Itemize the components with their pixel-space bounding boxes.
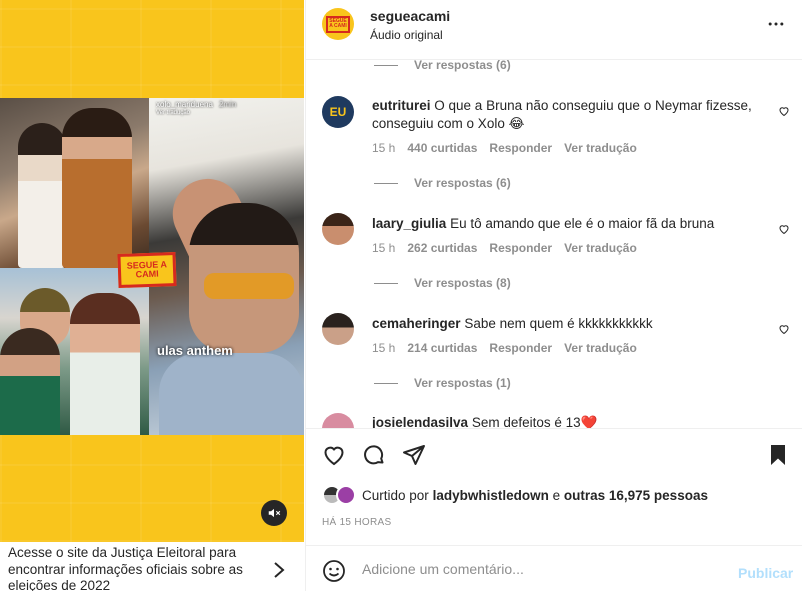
comment-text: eutriturei O que a Bruna não conseguiu q… xyxy=(372,97,764,133)
emoji-icon[interactable] xyxy=(322,559,346,583)
mute-button[interactable] xyxy=(261,500,287,526)
audio-link[interactable]: Áudio original xyxy=(370,28,443,42)
like-heart-icon[interactable] xyxy=(322,443,346,467)
chevron-right-icon[interactable] xyxy=(272,560,286,580)
view-replies-label: Ver respostas (6) xyxy=(414,176,511,190)
comment-bubble-icon[interactable] xyxy=(362,443,386,467)
comment-username[interactable]: laary_giulia xyxy=(372,216,446,231)
translate-button[interactable]: Ver tradução xyxy=(564,141,637,155)
replies-divider xyxy=(374,282,398,284)
liker-username[interactable]: ladybwhistledown xyxy=(433,488,549,503)
photo-shirt xyxy=(159,353,304,435)
likes-others[interactable]: outras 16,975 pessoas xyxy=(564,488,708,503)
avatar[interactable] xyxy=(322,213,354,245)
likes-text: Curtido por ladybwhistledown e outras 16… xyxy=(362,488,708,503)
post-timestamp[interactable]: HÁ 15 HORAS xyxy=(322,517,391,528)
reply-button[interactable]: Responder xyxy=(489,241,552,255)
replies-divider xyxy=(374,382,398,384)
view-replies-label: Ver respostas (6) xyxy=(414,60,511,72)
likes-summary: Curtido por ladybwhistledown e outras 16… xyxy=(322,485,708,505)
avatar[interactable]: EU xyxy=(322,96,354,128)
comment-text: josielendasilva Sem defeitos é 13❤️ xyxy=(372,414,764,428)
liker-avatar[interactable] xyxy=(336,485,356,505)
comment-composer: Publicar xyxy=(306,545,802,591)
banner-text: Acesse o site da Justiça Eleitoral para … xyxy=(8,545,243,591)
heart-icon[interactable] xyxy=(778,105,790,117)
comment-username[interactable]: josielendasilva xyxy=(372,415,468,428)
avatar[interactable] xyxy=(322,313,354,345)
likes-prefix: Curtido por xyxy=(362,487,429,503)
comment-body: Sem defeitos é 13❤️ xyxy=(471,415,598,428)
translate-button[interactable]: Ver tradução xyxy=(564,241,637,255)
comment-meta: 15 h 262 curtidas Responder Ver tradução xyxy=(372,241,637,255)
replies-divider xyxy=(374,182,398,184)
avatar[interactable] xyxy=(322,413,354,428)
view-replies-button[interactable]: Ver respostas (8) xyxy=(374,276,511,290)
comment-meta: 15 h 440 curtidas Responder Ver tradução xyxy=(372,141,637,155)
photo-person-right xyxy=(62,108,132,268)
avatar-initials: EU xyxy=(329,105,347,119)
post-actions: Curtido por ladybwhistledown e outras 16… xyxy=(306,428,802,545)
post-sidebar: SEGUE A CAMI segueacami Áudio original V… xyxy=(305,0,802,591)
photo-person-left xyxy=(18,123,66,268)
comment-time[interactable]: 15 h xyxy=(372,341,395,355)
share-paper-plane-icon[interactable] xyxy=(402,443,426,467)
more-options-icon[interactable] xyxy=(766,14,786,34)
media-photo-couple xyxy=(0,98,149,268)
comment-likes[interactable]: 214 curtidas xyxy=(407,341,477,355)
post-media[interactable]: xolo_mariduena 2min Ver tradução ulas ant… xyxy=(0,0,304,542)
segue-a-cami-logo: SEGUE A CAMI xyxy=(117,251,177,289)
story-username-text: xolo_mariduena xyxy=(156,100,213,109)
comment-likes[interactable]: 440 curtidas xyxy=(407,141,477,155)
translate-button[interactable]: Ver tradução xyxy=(564,341,637,355)
save-bookmark-icon[interactable] xyxy=(766,443,790,467)
story-translate-text: Ver tradução xyxy=(156,110,191,116)
reply-button[interactable]: Responder xyxy=(489,341,552,355)
author-avatar-logo: SEGUE A CAMI xyxy=(326,15,350,33)
view-replies-label: Ver respostas (8) xyxy=(414,276,511,290)
post-header: SEGUE A CAMI segueacami Áudio original xyxy=(306,0,802,60)
comments-list[interactable]: Ver respostas (6) EU eutriturei O que a … xyxy=(306,60,802,428)
likes-connector: e xyxy=(552,487,561,503)
comment-likes[interactable]: 262 curtidas xyxy=(407,241,477,255)
comment-text: cemaheringer Sabe nem quem é kkkkkkkkkkk xyxy=(372,315,764,333)
view-replies-button[interactable]: Ver respostas (1) xyxy=(374,376,511,390)
comment-input[interactable] xyxy=(362,554,722,584)
view-replies-label: Ver respostas (1) xyxy=(414,376,511,390)
story-time: 2min xyxy=(218,100,237,109)
comment-text: laary_giulia Eu tô amando que ele é o ma… xyxy=(372,215,764,233)
photo-person-smiling xyxy=(70,293,140,435)
reply-button[interactable]: Responder xyxy=(489,141,552,155)
media-photo-group xyxy=(0,268,149,435)
view-replies-button[interactable]: Ver respostas (6) xyxy=(374,60,511,72)
photo-person-jersey xyxy=(0,328,60,435)
comment-username[interactable]: cemaheringer xyxy=(372,316,461,331)
muted-speaker-icon xyxy=(268,508,281,518)
author-avatar[interactable]: SEGUE A CAMI xyxy=(322,8,354,40)
publish-button[interactable]: Publicar xyxy=(738,565,793,581)
comment-time[interactable]: 15 h xyxy=(372,141,395,155)
comment-body: Sabe nem quem é kkkkkkkkkkk xyxy=(464,316,653,331)
comment-meta: 15 h 214 curtidas Responder Ver tradução xyxy=(372,341,637,355)
story-username: xolo_mariduena 2min xyxy=(156,100,236,109)
logo-text: SEGUE A CAMI xyxy=(126,259,168,280)
comment-username[interactable]: eutriturei xyxy=(372,98,431,113)
author-username[interactable]: segueacami xyxy=(370,8,450,24)
photo-glasses xyxy=(204,273,294,299)
comment-time[interactable]: 15 h xyxy=(372,241,395,255)
heart-icon[interactable] xyxy=(778,323,790,335)
view-replies-button[interactable]: Ver respostas (6) xyxy=(374,176,511,190)
media-overlay-text: ulas anthem xyxy=(157,343,233,358)
replies-divider xyxy=(374,64,398,66)
election-info-banner[interactable]: Acesse o site da Justiça Eleitoral para … xyxy=(0,542,304,591)
comment-body: Eu tô amando que ele é o maior fã da bru… xyxy=(450,216,715,231)
heart-icon[interactable] xyxy=(778,223,790,235)
